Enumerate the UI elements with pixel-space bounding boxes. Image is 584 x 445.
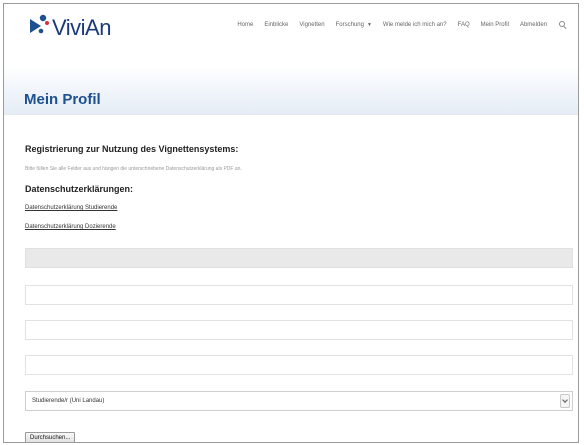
text-field-1[interactable] <box>25 285 573 305</box>
chevron-down-icon <box>562 397 568 403</box>
role-select-value: Studierende/r (Uni Landau) <box>32 398 105 404</box>
nav-einblicke-label: Einblicke <box>264 21 289 28</box>
nav-abmelden-label: Abmelden <box>519 21 547 28</box>
nav-faq[interactable]: FAQ <box>458 22 470 28</box>
nav-forschung-label: Forschung <box>335 21 364 28</box>
registration-heading: Registrierung zur Nutzung des Vignettens… <box>25 144 239 154</box>
nav-home-label: Home <box>237 21 254 28</box>
nav-vignetten-label: Vignetten <box>299 21 325 28</box>
page-title-band: Mein Profil <box>4 66 578 115</box>
browse-button[interactable]: Durchsuchen... <box>25 432 76 442</box>
caret-down-icon: ▼ <box>366 21 372 28</box>
text-field-3[interactable] <box>25 355 573 375</box>
form-hint: Bitte füllen Sie alle Felder aus und hän… <box>25 166 242 172</box>
site-header: ViviAn Home Einblicke Vignetten Forschun… <box>4 4 578 49</box>
main-nav: Home Einblicke Vignetten Forschung ▼ Wie … <box>226 21 566 28</box>
privacy-heading: Datenschutzerklärungen: <box>25 184 134 194</box>
nav-anmelden-info-label: Wie melde ich mich an? <box>382 21 447 28</box>
role-select[interactable]: Studierende/r (Uni Landau) <box>25 391 573 411</box>
nav-einblicke[interactable]: Einblicke <box>264 22 288 28</box>
nav-vignetten[interactable]: Vignetten <box>299 22 324 28</box>
browser-frame: ViviAn Home Einblicke Vignetten Forschun… <box>3 3 579 443</box>
privacy-link-dozierende[interactable]: Datenschutzerklärung Dozierende <box>25 224 116 230</box>
page-title: Mein Profil <box>24 91 101 108</box>
nav-faq-label: FAQ <box>457 21 470 28</box>
select-dropdown-button[interactable] <box>560 394 570 408</box>
nav-forschung[interactable]: Forschung ▼ <box>336 22 372 28</box>
nav-home[interactable]: Home <box>237 22 253 28</box>
search-icon[interactable] <box>559 21 566 28</box>
nav-abmelden[interactable]: Abmelden <box>520 22 547 28</box>
nav-mein-profil[interactable]: Mein Profil <box>481 22 509 28</box>
nav-mein-profil-label: Mein Profil <box>480 21 509 28</box>
logo-text: ViviAn <box>52 14 111 40</box>
vivian-logo-icon <box>30 14 49 34</box>
vivian-logo[interactable]: ViviAn <box>28 11 111 41</box>
nav-wie-melde-ich-mich-an[interactable]: Wie melde ich mich an? <box>383 22 447 28</box>
privacy-link-studierende[interactable]: Datenschutzerklärung Studierende <box>25 205 117 211</box>
text-field-2[interactable] <box>25 320 573 340</box>
email-field[interactable] <box>25 248 573 268</box>
